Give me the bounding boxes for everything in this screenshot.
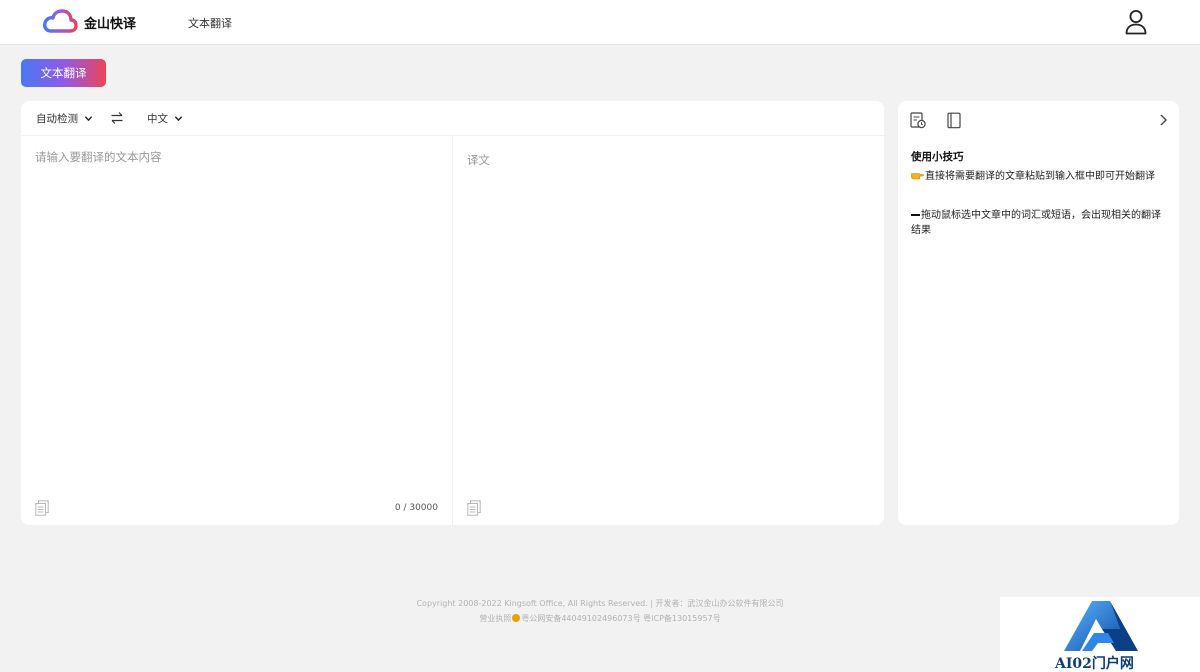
tip-text: 直接将需要翻译的文章粘贴到输入框中即可开始翻译 [925,171,1155,182]
translate-panel: 自动检测 中文 译文 0 / 30000 [21,101,884,525]
tips-panel: 使用小技巧 直接将需要翻译的文章粘贴到输入框中即可开始翻译 拖动鼠标选中文章中的… [898,101,1179,525]
translation-output: 译文 [467,153,490,167]
business-license-link[interactable]: 营业执照 [479,614,511,623]
tip-item: 拖动鼠标选中文章中的词汇或短语，会出现相关的翻译结果 [911,208,1167,238]
watermark: AI02门户网 [1000,597,1200,672]
chevron-down-icon [84,116,93,122]
source-text-input[interactable] [35,149,439,479]
character-count: 0 / 30000 [394,503,438,513]
book-icon[interactable] [946,112,962,129]
source-language-select[interactable]: 自动检测 [36,111,93,126]
cloud-logo-icon [43,9,78,33]
chevron-right-icon[interactable] [1157,113,1169,127]
chevron-down-icon [174,116,183,122]
tip-item: 直接将需要翻译的文章粘贴到输入框中即可开始翻译 [911,169,1167,184]
watermark-text: AI02门户网 [1055,656,1134,672]
text-translate-button[interactable]: 文本翻译 [21,59,106,87]
target-language-select[interactable]: 中文 [147,111,183,126]
target-language-label: 中文 [147,113,168,125]
pointing-hand-icon [911,173,924,180]
watermark-logo-icon [1064,601,1138,651]
brand-name: 金山快译 [84,16,137,32]
pane-divider [452,136,453,525]
swap-icon[interactable] [110,111,124,125]
dash-mark-icon [911,214,920,216]
copy-icon[interactable] [35,500,49,516]
nav-text-translate[interactable]: 文本翻译 [188,15,232,31]
tips-title: 使用小技巧 [911,151,964,163]
icp-record[interactable]: 粤公网安备44049102496073号 粤ICP备13015957号 [521,614,720,623]
user-icon[interactable] [1124,9,1148,35]
source-language-label: 自动检测 [36,113,78,125]
history-icon[interactable] [910,112,926,129]
tip-text: 拖动鼠标选中文章中的词汇或短语，会出现相关的翻译结果 [911,210,1161,236]
police-badge-icon [512,614,521,622]
language-bar: 自动检测 中文 [21,101,884,136]
copy-icon[interactable] [467,500,481,516]
top-navigation-bar: 金山快译 文本翻译 [0,0,1200,45]
brand[interactable]: 金山快译 [42,8,136,36]
